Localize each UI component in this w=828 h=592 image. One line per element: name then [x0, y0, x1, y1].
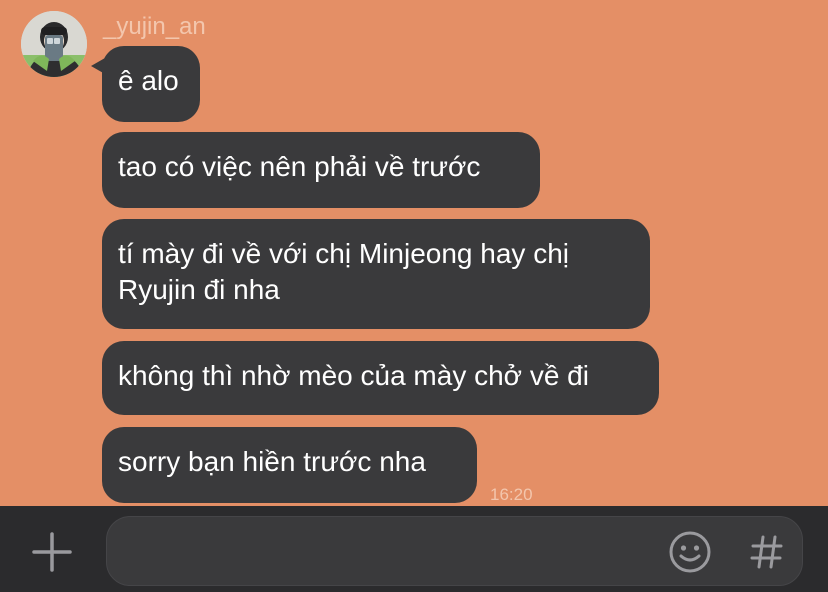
message-bubble[interactable]: sorry bạn hiền trước nha — [102, 427, 477, 503]
message-bubble[interactable]: tao có việc nên phải về trước — [102, 132, 540, 208]
message-bubble[interactable]: ê alo — [102, 46, 200, 122]
avatar-image — [21, 11, 87, 77]
message-bubble[interactable]: tí mày đi về với chị Minjeong hay chị Ry… — [102, 219, 650, 329]
sender-name[interactable]: _yujin_an — [103, 13, 206, 41]
message-bubble[interactable]: không thì nhờ mèo của mày chở về đi — [102, 341, 659, 415]
hashtag-icon[interactable] — [744, 529, 790, 575]
message-input-container[interactable] — [106, 516, 803, 587]
message-input-bar — [0, 506, 828, 592]
plus-icon[interactable] — [28, 528, 76, 576]
smiley-icon[interactable] — [667, 529, 713, 575]
message-input[interactable] — [125, 517, 649, 587]
chat-area: _yujin_an ê alo tao có việc nên phải về … — [0, 0, 828, 506]
sender-avatar[interactable] — [21, 11, 87, 77]
message-timestamp: 16:20 — [490, 485, 533, 504]
